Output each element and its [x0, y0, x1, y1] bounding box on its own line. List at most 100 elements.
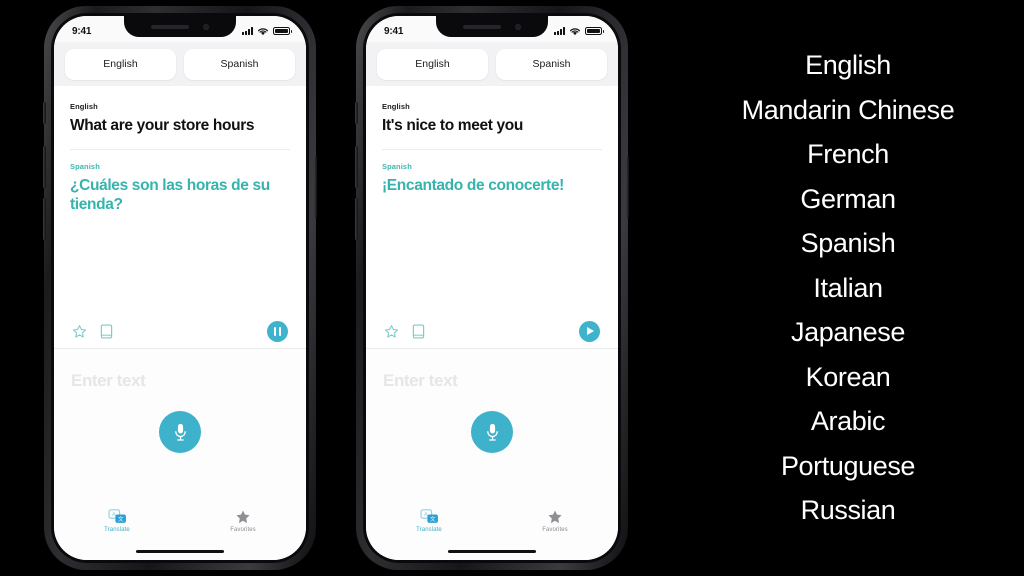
target-language-label-1: Spanish	[70, 161, 100, 171]
mute-switch-1[interactable]	[43, 102, 46, 124]
list-item: Russian	[800, 495, 896, 526]
front-camera-icon	[515, 23, 521, 30]
power-button-1[interactable]	[314, 156, 317, 218]
list-item: Korean	[805, 361, 891, 392]
star-outline-icon	[384, 324, 399, 338]
language-selector-1: English Spanish	[54, 42, 306, 86]
cellular-bars-icon	[242, 27, 253, 35]
volume-up-button-1[interactable]	[43, 146, 46, 188]
phone-screen-1: 9:41 English Spanish English What are yo…	[54, 16, 306, 560]
favorite-button-2[interactable]	[384, 324, 399, 339]
status-clock-1: 9:41	[72, 25, 92, 37]
tab-bar-2: A 文 Translate Favorites	[366, 500, 618, 540]
playback-button-2[interactable]	[579, 320, 600, 342]
pause-icon	[273, 326, 282, 336]
tab-translate-2[interactable]: A 文 Translate	[366, 500, 492, 540]
volume-up-button-2[interactable]	[355, 146, 358, 188]
phone-mockup-1: 9:41 English Spanish English What are yo…	[43, 6, 317, 570]
phone-screen-2: 9:41 English Spanish English It's nice t…	[366, 16, 618, 560]
list-item: Arabic	[810, 406, 886, 437]
notch-1	[124, 16, 236, 37]
screenshot-stage: 9:41 English Spanish English What are yo…	[0, 0, 1024, 576]
language-selector-2: English Spanish	[366, 42, 618, 86]
input-section-2[interactable]: Enter text A 文 Translate Favorites	[366, 348, 618, 560]
star-filled-icon	[547, 508, 563, 525]
status-indicators-1	[242, 27, 292, 36]
wifi-icon	[257, 27, 269, 35]
star-outline-icon	[72, 324, 87, 338]
tab-translate-label-1: Translate	[104, 526, 130, 533]
status-clock-2: 9:41	[384, 25, 404, 37]
home-indicator-2[interactable]	[448, 549, 536, 553]
volume-down-button-1[interactable]	[43, 198, 46, 240]
list-item: German	[800, 183, 896, 214]
phone-bezel-2: 9:41 English Spanish English It's nice t…	[363, 13, 621, 563]
source-text-1[interactable]: What are your store hours	[70, 116, 290, 136]
source-language-pill-2[interactable]: English	[377, 48, 488, 80]
translate-bubbles-icon: A 文	[107, 508, 127, 525]
star-filled-icon	[235, 508, 251, 525]
svg-text:文: 文	[118, 515, 124, 523]
speaker-grille-icon	[151, 24, 189, 29]
notch-2	[436, 16, 548, 37]
play-icon	[587, 327, 594, 335]
action-row-1	[54, 314, 306, 348]
card-divider-2	[382, 148, 602, 150]
svg-text:A: A	[423, 512, 427, 518]
tab-favorites-label-2: Favorites	[542, 526, 568, 533]
target-language-pill-1[interactable]: Spanish	[184, 48, 295, 80]
status-indicators-2	[554, 27, 604, 36]
tab-bar-1: A 文 Translate Favorites	[54, 500, 306, 540]
source-language-pill-1[interactable]: English	[65, 48, 176, 80]
book-icon	[100, 323, 113, 339]
tab-favorites-2[interactable]: Favorites	[492, 500, 618, 540]
favorite-button-1[interactable]	[72, 324, 87, 339]
playback-button-1[interactable]	[267, 320, 288, 342]
list-item: Italian	[813, 272, 883, 303]
microphone-icon	[174, 423, 186, 441]
list-item: English	[805, 50, 891, 81]
list-item: Japanese	[791, 317, 905, 348]
source-language-label-1: English	[70, 102, 98, 111]
list-item: Portuguese	[780, 450, 916, 481]
text-input-placeholder-1: Enter text	[71, 371, 146, 390]
list-item: Mandarin Chinese	[741, 94, 955, 125]
input-section-1[interactable]: Enter text A 文 Translate Favorites	[54, 348, 306, 560]
text-input-placeholder-2: Enter text	[383, 371, 458, 390]
mute-switch-2[interactable]	[355, 102, 358, 124]
list-item: Spanish	[800, 228, 896, 259]
card-divider-1	[70, 148, 290, 150]
source-text-2[interactable]: It's nice to meet you	[382, 116, 602, 136]
phone-bezel-1: 9:41 English Spanish English What are yo…	[51, 13, 309, 563]
translation-card-1: English What are your store hours Spanis…	[54, 86, 306, 352]
target-language-pill-2[interactable]: Spanish	[496, 48, 607, 80]
translate-bubbles-icon: A 文	[419, 508, 439, 525]
target-text-2[interactable]: ¡Encantado de conocerte!	[382, 176, 602, 196]
volume-down-button-2[interactable]	[355, 198, 358, 240]
list-item: French	[807, 139, 889, 170]
power-button-2[interactable]	[626, 156, 629, 218]
tab-favorites-label-1: Favorites	[230, 526, 256, 533]
tab-translate-1[interactable]: A 文 Translate	[54, 500, 180, 540]
home-indicator-1[interactable]	[136, 549, 224, 553]
wifi-icon	[569, 27, 581, 35]
supported-languages-list: English Mandarin Chinese French German S…	[672, 0, 1024, 576]
dictionary-button-2[interactable]	[412, 323, 425, 339]
target-text-1[interactable]: ¿Cuáles son las horas de su tienda?	[70, 176, 290, 215]
front-camera-icon	[203, 23, 209, 30]
tab-favorites-1[interactable]: Favorites	[180, 500, 306, 540]
microphone-button-2[interactable]	[471, 411, 513, 453]
battery-full-icon	[273, 27, 292, 35]
svg-text:A: A	[111, 512, 115, 518]
speaker-grille-icon	[463, 24, 501, 29]
translation-card-2: English It's nice to meet you Spanish ¡E…	[366, 86, 618, 352]
action-row-2	[366, 314, 618, 348]
microphone-icon	[486, 423, 498, 441]
svg-text:文: 文	[430, 515, 436, 523]
cellular-bars-icon	[554, 27, 565, 35]
microphone-button-1[interactable]	[159, 411, 201, 453]
phone-mockup-2: 9:41 English Spanish English It's nice t…	[355, 6, 629, 570]
tab-translate-label-2: Translate	[416, 526, 442, 533]
dictionary-button-1[interactable]	[100, 323, 113, 339]
source-language-label-2: English	[382, 102, 410, 111]
